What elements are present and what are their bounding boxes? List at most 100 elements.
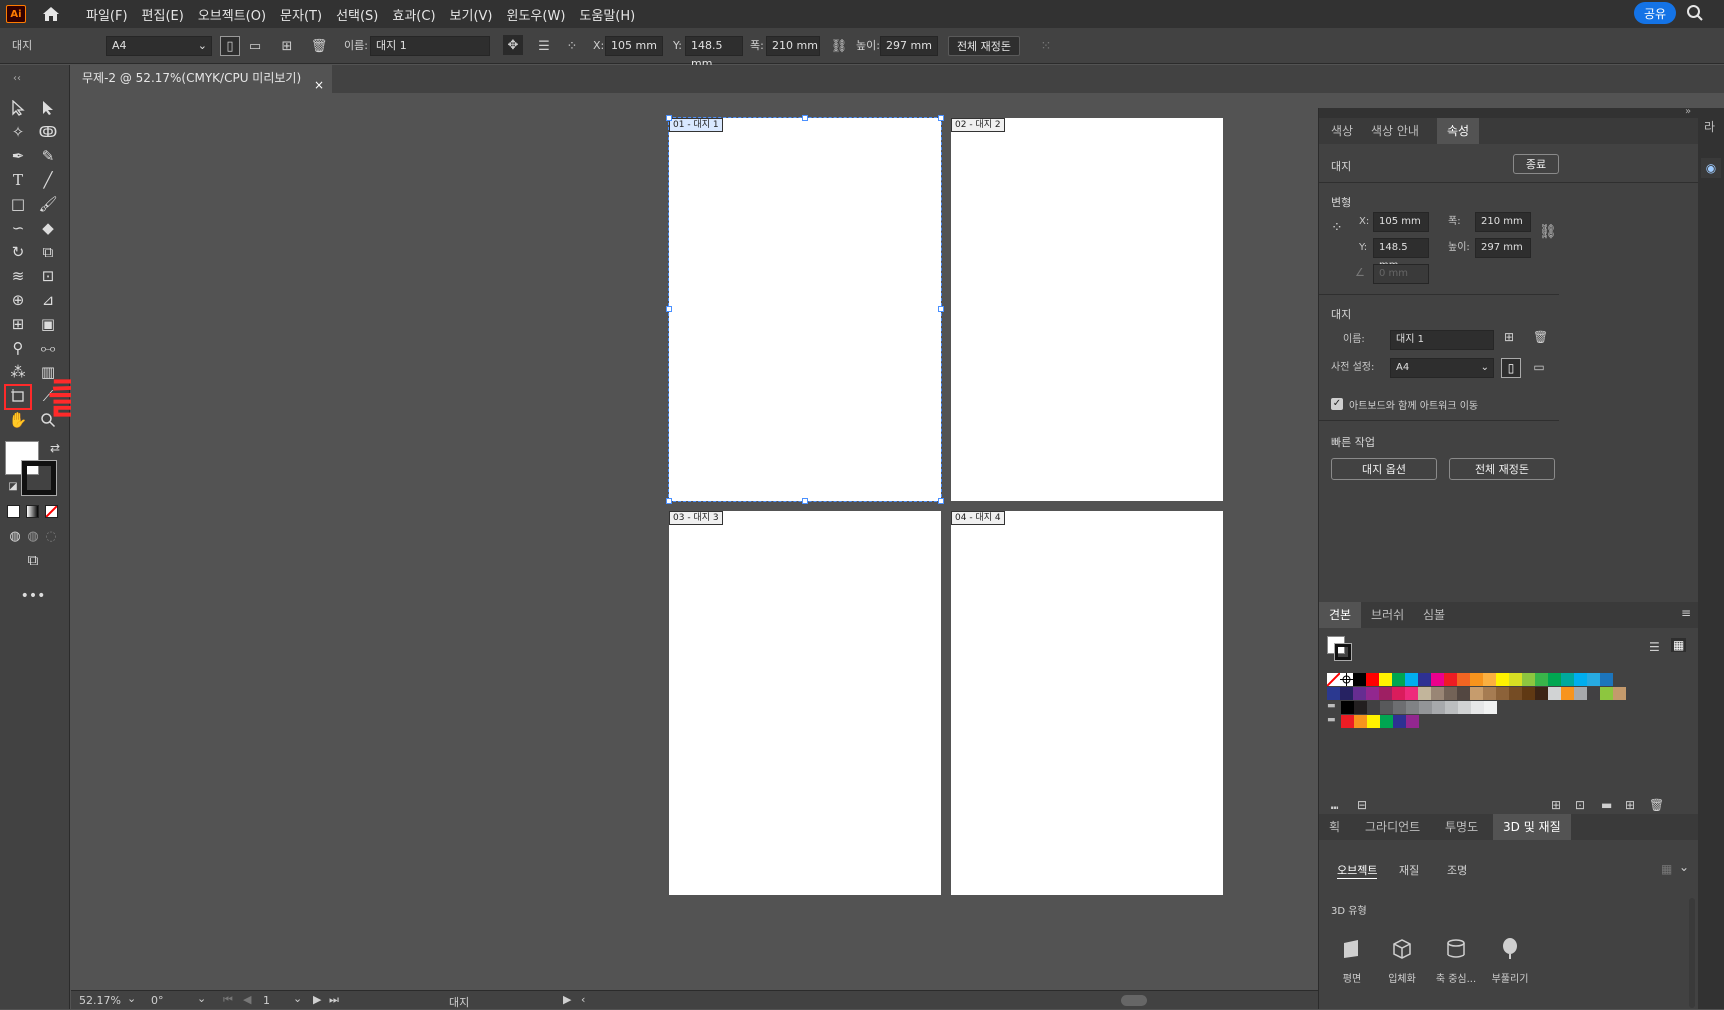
color-swatch[interactable]	[1522, 673, 1535, 686]
direct-selection-tool-icon[interactable]	[35, 97, 61, 119]
color-swatch[interactable]	[1393, 715, 1406, 728]
color-swatch[interactable]	[1600, 687, 1613, 700]
color-swatch[interactable]	[1379, 673, 1392, 686]
rotation-value[interactable]: 0°	[151, 994, 164, 1007]
color-swatch[interactable]	[1353, 687, 1366, 700]
color-swatch[interactable]	[1418, 687, 1431, 700]
color-swatch[interactable]	[1509, 673, 1522, 686]
swatch-libraries-icon[interactable]: ⑉	[1331, 798, 1338, 812]
color-swatch[interactable]	[1419, 701, 1432, 714]
new-color-group-icon[interactable]: ⊡	[1575, 798, 1585, 812]
show-swatch-kinds-icon[interactable]: ⊟	[1357, 798, 1367, 812]
resize-handle[interactable]	[938, 306, 944, 312]
color-swatch[interactable]	[1406, 701, 1419, 714]
tab-properties[interactable]: 속성	[1437, 118, 1480, 144]
pen-tool-icon[interactable]: ✒	[5, 145, 31, 167]
color-swatch[interactable]	[1483, 673, 1496, 686]
zoom-level[interactable]: 52.17%	[79, 994, 121, 1007]
color-swatch[interactable]	[1445, 701, 1458, 714]
height-input[interactable]: 297 mm	[1475, 238, 1531, 258]
menu-file[interactable]: 파일(F)	[86, 5, 128, 24]
type-tool-icon[interactable]: T	[5, 169, 31, 191]
color-swatch[interactable]	[1380, 701, 1393, 714]
color-swatch[interactable]	[1432, 701, 1445, 714]
color-swatch[interactable]	[1341, 715, 1354, 728]
preset-dropdown[interactable]: A4 ⌄	[106, 36, 212, 56]
resize-handle[interactable]	[666, 115, 672, 121]
color-swatch[interactable]	[1392, 673, 1405, 686]
shaper-tool-icon[interactable]: ∽	[5, 217, 31, 239]
move-artwork-checkbox[interactable]: ✓	[1331, 398, 1343, 410]
artboard-name-input[interactable]: 대지 1	[370, 36, 490, 56]
constrain-proportions-icon[interactable]: ⛓	[1539, 224, 1557, 240]
previous-artboard-icon[interactable]: ◀	[243, 993, 251, 1006]
color-swatch[interactable]	[1458, 701, 1471, 714]
3d-type-extrude[interactable]: 입체화	[1375, 934, 1429, 985]
color-swatch[interactable]	[1405, 673, 1418, 686]
draw-inside-icon[interactable]: ◌	[38, 525, 64, 547]
chevron-down-icon[interactable]: ⌄	[197, 992, 206, 1005]
color-swatch[interactable]	[1535, 687, 1548, 700]
resize-handle[interactable]	[938, 498, 944, 504]
color-swatch[interactable]	[1444, 687, 1457, 700]
color-swatch[interactable]	[1548, 673, 1561, 686]
color-swatch[interactable]	[1535, 673, 1548, 686]
color-swatch[interactable]	[1574, 673, 1587, 686]
vertical-scrollbar[interactable]	[1689, 898, 1695, 1008]
share-button[interactable]: 공유	[1634, 2, 1676, 24]
free-transform-tool-icon[interactable]: ⊡	[35, 265, 61, 287]
subtab-object[interactable]: 오브젝트	[1337, 862, 1378, 879]
color-group-folder-icon[interactable]: ▬	[1327, 715, 1340, 728]
trash-icon[interactable]: 🗑	[309, 36, 329, 56]
color-swatch[interactable]	[1444, 673, 1457, 686]
none-mode-icon[interactable]	[45, 505, 58, 518]
color-swatch[interactable]	[1418, 673, 1431, 686]
list-view-icon[interactable]: ☰	[1649, 640, 1660, 654]
color-swatch[interactable]	[1484, 701, 1497, 714]
color-swatch[interactable]	[1367, 715, 1380, 728]
blend-tool-icon[interactable]: ⧟	[35, 337, 61, 359]
3d-type-plane[interactable]: 평면	[1325, 934, 1379, 985]
color-swatch[interactable]	[1548, 687, 1561, 700]
default-colors-icon[interactable]: ◪	[0, 475, 26, 497]
color-swatch[interactable]	[1587, 673, 1600, 686]
color-swatch[interactable]	[1341, 701, 1354, 714]
color-swatch[interactable]	[1340, 687, 1353, 700]
color-swatch[interactable]	[1574, 687, 1587, 700]
eye-icon[interactable]: ◉	[1701, 158, 1721, 178]
new-artboard-icon[interactable]: ⊞	[277, 36, 297, 56]
magic-wand-tool-icon[interactable]: ✧	[5, 121, 31, 143]
new-artboard-icon[interactable]: ⊞	[1504, 330, 1514, 344]
resize-handle[interactable]	[802, 115, 808, 121]
collapse-icon[interactable]: ‹‹	[4, 67, 30, 89]
tab-gradient[interactable]: 그라디언트	[1365, 814, 1420, 840]
portrait-icon[interactable]: ▯	[1501, 358, 1521, 378]
color-swatch[interactable]	[1354, 701, 1367, 714]
color-group-folder-icon[interactable]: ▬	[1327, 701, 1340, 714]
gradient-tool-icon[interactable]: ▣	[35, 313, 61, 335]
color-swatch[interactable]	[1380, 715, 1393, 728]
height-input[interactable]: 297 mm	[880, 36, 938, 56]
collapsed-panel-label[interactable]: 라	[1704, 118, 1715, 135]
stroke-swatch[interactable]	[1334, 643, 1352, 661]
screen-mode-icon[interactable]: ⧉	[20, 549, 46, 571]
color-swatch[interactable]	[1561, 673, 1574, 686]
menu-help[interactable]: 도움말(H)	[579, 5, 635, 24]
tab-symbols[interactable]: 심볼	[1423, 602, 1445, 628]
eraser-tool-icon[interactable]: ◆	[35, 217, 61, 239]
grid-options-icon[interactable]: ⁙	[1036, 36, 1056, 56]
tab-stroke[interactable]: 획	[1329, 814, 1340, 840]
reference-point-icon[interactable]: ⁘	[1331, 220, 1343, 236]
artboard-4[interactable]: 04 - 대지 4	[951, 511, 1223, 895]
next-artboard-icon[interactable]: ▶	[313, 993, 321, 1006]
horizontal-scrollbar-thumb[interactable]	[1121, 995, 1147, 1006]
color-swatch[interactable]	[1354, 715, 1367, 728]
color-swatch[interactable]	[1457, 673, 1470, 686]
artboard-options-button[interactable]: 대지 옵션	[1331, 458, 1437, 480]
line-tool-icon[interactable]: ╱	[35, 169, 61, 191]
trash-icon[interactable]: 🗑	[1533, 330, 1548, 344]
search-icon[interactable]	[1686, 4, 1704, 25]
color-swatch[interactable]	[1457, 687, 1470, 700]
menu-object[interactable]: 오브젝트(O)	[198, 5, 266, 24]
color-swatch[interactable]	[1470, 687, 1483, 700]
